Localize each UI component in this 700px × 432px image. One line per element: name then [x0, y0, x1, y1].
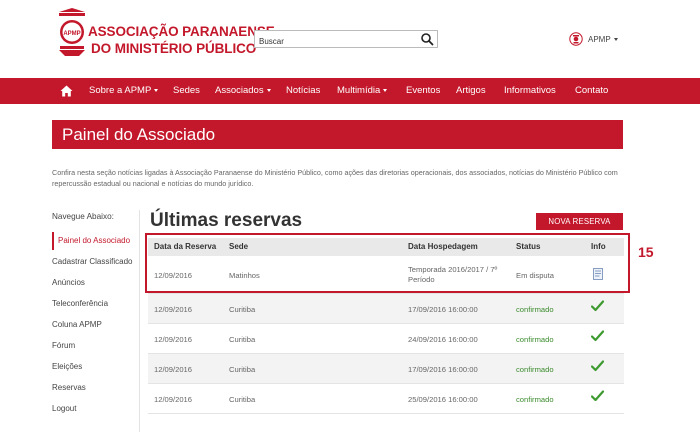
user-avatar-icon [569, 32, 583, 46]
table-row[interactable]: 12/09/2016 Curitiba 24/09/2016 16:00:00 … [148, 324, 624, 354]
logo-line-1: ASSOCIAÇÃO PARANAENSE [88, 24, 275, 39]
nav-label: Notícias [286, 85, 321, 96]
chevron-down-icon [154, 88, 159, 92]
logo-line-2: DO MINISTÉRIO PÚBLICO [91, 41, 257, 56]
cell-date: 12/09/2016 [154, 335, 193, 344]
cell-sede: Curitiba [229, 335, 256, 344]
sidebar-item-teleconferencia[interactable]: Teleconferência [52, 299, 108, 308]
nav-item-artigos[interactable]: Artigos [456, 78, 486, 104]
table-row[interactable]: 12/09/2016 Curitiba 17/09/2016 16:00:00 … [148, 294, 624, 324]
sidebar-item-coluna[interactable]: Coluna APMP [52, 320, 102, 329]
search-icon[interactable] [420, 32, 434, 46]
cell-status: confirmado [516, 305, 554, 314]
cell-hospedagem: 17/09/2016 16:00:00 [408, 305, 478, 314]
nav-item-noticias[interactable]: Notícias [286, 78, 320, 104]
table-row[interactable]: 12/09/2016 Curitiba 25/09/2016 16:00:00 … [148, 384, 624, 414]
cell-date: 12/09/2016 [154, 365, 193, 374]
nav-item-multimidia[interactable]: Multimídia [337, 78, 388, 104]
sidebar: Navegue Abaixo: Painel do Associado Cada… [52, 210, 140, 432]
main-nav: Sobre a APMP Sedes Associados Notícias M… [0, 78, 700, 104]
site-header: APMP ASSOCIAÇÃO PARANAENSE DO MINISTÉRIO… [0, 0, 700, 78]
check-icon [591, 360, 604, 372]
cell-sede: Curitiba [229, 305, 256, 314]
section-title: Últimas reservas [150, 210, 303, 231]
cell-hospedagem: 24/09/2016 16:00:00 [408, 335, 478, 344]
new-reservation-button[interactable]: NOVA RESERVA [536, 213, 623, 230]
cell-hospedagem: 17/09/2016 16:00:00 [408, 365, 478, 374]
nav-label: Informativos [504, 85, 556, 96]
nav-label: Sobre a APMP [89, 85, 152, 96]
nav-item-associados[interactable]: Associados [215, 78, 271, 104]
nav-label: Sedes [173, 85, 200, 96]
nav-item-informativos[interactable]: Informativos [504, 78, 556, 104]
chevron-down-icon [266, 88, 271, 92]
search-box [254, 30, 438, 50]
nav-label: Associados [215, 85, 264, 96]
cell-date: 12/09/2016 [154, 395, 193, 404]
annotation-number: 15 [638, 244, 654, 260]
check-icon [591, 390, 604, 402]
sidebar-item-forum[interactable]: Fórum [52, 341, 75, 350]
chevron-down-icon [383, 88, 388, 92]
nav-label: Artigos [456, 85, 486, 96]
sidebar-heading: Navegue Abaixo: [52, 212, 114, 221]
cell-sede: Curitiba [229, 365, 256, 374]
cell-status: confirmado [516, 365, 554, 374]
chevron-down-icon [613, 37, 618, 41]
nav-item-sedes[interactable]: Sedes [173, 78, 200, 104]
page-title-banner: Painel do Associado [52, 120, 623, 149]
table-row[interactable]: 12/09/2016 Curitiba 17/09/2016 16:00:00 … [148, 354, 624, 384]
apmp-logo-icon[interactable]: APMP [57, 8, 87, 58]
nav-label: Eventos [406, 85, 441, 96]
user-label: APMP [588, 34, 611, 44]
sidebar-item-eleicoes[interactable]: Eleições [52, 362, 82, 371]
check-icon [591, 330, 604, 342]
cell-sede: Curitiba [229, 395, 256, 404]
cell-status: confirmado [516, 395, 554, 404]
sidebar-item-cadastrar-classificado[interactable]: Cadastrar Classificado [52, 257, 132, 266]
nav-label: Multimídia [337, 85, 381, 96]
nav-item-contato[interactable]: Contato [575, 78, 608, 104]
nav-label: Contato [575, 85, 609, 96]
logo-mark-text: APMP [63, 31, 80, 37]
sidebar-item-anuncios[interactable]: Anúncios [52, 278, 85, 287]
home-icon[interactable] [60, 85, 73, 97]
nav-item-eventos[interactable]: Eventos [406, 78, 440, 104]
search-input[interactable] [255, 33, 413, 50]
cell-status: confirmado [516, 335, 554, 344]
nav-item-sobre[interactable]: Sobre a APMP [89, 78, 159, 104]
check-icon [591, 300, 604, 312]
cell-date: 12/09/2016 [154, 305, 193, 314]
intro-text: Confira nesta seção notícias ligadas à A… [52, 168, 618, 188]
logo-text[interactable]: ASSOCIAÇÃO PARANAENSE DO MINISTÉRIO PÚBL… [88, 23, 275, 57]
user-menu[interactable]: APMP [569, 30, 618, 48]
sidebar-item-reservas[interactable]: Reservas [52, 383, 86, 392]
sidebar-item-logout[interactable]: Logout [52, 404, 76, 413]
highlight-box [145, 233, 630, 293]
sidebar-item-painel[interactable]: Painel do Associado [58, 236, 130, 245]
page-title: Painel do Associado [62, 125, 216, 144]
cell-hospedagem: 25/09/2016 16:00:00 [408, 395, 478, 404]
